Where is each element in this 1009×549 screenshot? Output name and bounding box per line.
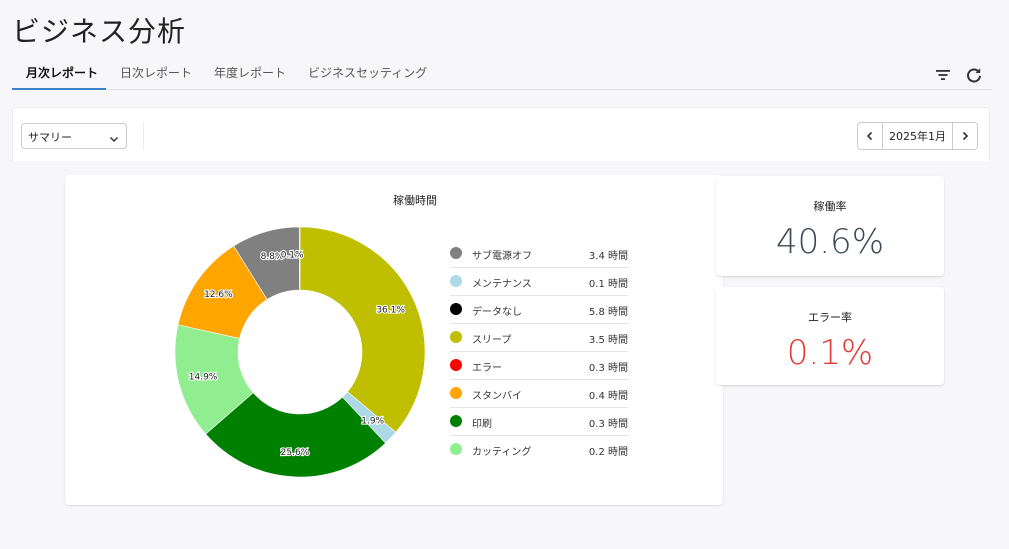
page-title: ビジネス分析 (12, 15, 187, 48)
legend-label: スリープ (472, 335, 512, 346)
donut-slice[interactable] (299, 226, 425, 433)
legend-item[interactable]: スタンバイ 0.4 時間 (450, 380, 628, 408)
slice-label: 14.9% (189, 373, 218, 383)
uptime-rate-card: 稼働率 40.6% (716, 176, 944, 276)
tab-monthly-report[interactable]: 月次レポート (26, 64, 98, 81)
chevron-left-icon (866, 131, 873, 141)
chevron-down-icon (108, 130, 120, 149)
legend-value: 5.8 時間 (588, 307, 628, 318)
current-month-label: 2025年1月 (882, 123, 953, 149)
tab-daily-report[interactable]: 日次レポート (120, 64, 192, 81)
legend-color-dot (450, 303, 462, 315)
legend-value: 0.3 時間 (588, 419, 628, 430)
date-navigator: 2025年1月 (857, 122, 978, 150)
chart-legend: サブ電源オフ 3.4 時間メンテナンス 0.1 時間データなし 5.8 時間スリープ 3… (450, 240, 628, 464)
error-rate-card: エラー率 0.1% (716, 287, 944, 385)
tab-yearly-report[interactable]: 年度レポート (214, 64, 286, 81)
legend-color-dot (450, 247, 462, 259)
legend-item[interactable]: メンテナンス 0.1 時間 (450, 268, 628, 296)
legend-label: エラー (472, 363, 502, 374)
legend-value: 0.3 時間 (588, 363, 628, 374)
legend-item[interactable]: サブ電源オフ 3.4 時間 (450, 240, 628, 268)
legend-item[interactable]: エラー 0.3 時間 (450, 352, 628, 380)
slice-label: 12.6% (204, 290, 233, 300)
legend-item[interactable]: スリープ 3.5 時間 (450, 324, 628, 352)
legend-value: 3.5 時間 (588, 335, 628, 346)
chevron-right-icon (962, 131, 969, 141)
uptime-donut-chart: 36.1%1.9%25.6%14.9%12.6%8.8%0.1% (175, 226, 425, 478)
uptime-rate-title: 稼働率 (813, 200, 847, 213)
legend-label: データなし (472, 307, 522, 318)
legend-value: 0.4 時間 (588, 391, 628, 402)
filter-icon[interactable] (934, 66, 952, 84)
prev-month-button[interactable] (858, 123, 882, 149)
slice-label: 1.9% (361, 417, 384, 427)
legend-color-dot (450, 275, 462, 287)
legend-color-dot (450, 415, 462, 427)
legend-label: カッティング (472, 447, 532, 458)
legend-color-dot (450, 443, 462, 455)
legend-color-dot (450, 387, 462, 399)
uptime-chart-card: 稼働時間 36.1% 1.9% 25.6% 14.9% 12.6% 8.8% 0.1% サブ… (65, 175, 723, 505)
chart-title: 稼働時間 (393, 194, 437, 207)
report-tabs: 月次レポート 日次レポート 年度レポート ビジネスセッティング (12, 58, 992, 90)
legend-item[interactable]: 印刷 0.3 時間 (450, 408, 628, 436)
view-select[interactable]: サマリー (21, 123, 127, 149)
uptime-rate-value: 40.6% (775, 222, 884, 262)
legend-label: メンテナンス (472, 279, 532, 290)
divider (143, 122, 144, 150)
slice-label: 36.1% (376, 306, 405, 316)
slice-label: 25.6% (281, 448, 310, 458)
error-rate-title: エラー率 (808, 311, 852, 324)
legend-item[interactable]: カッティング 0.2 時間 (450, 436, 628, 464)
legend-item[interactable]: データなし 5.8 時間 (450, 296, 628, 324)
legend-label: スタンバイ (472, 391, 522, 402)
next-month-button[interactable] (953, 123, 977, 149)
slice-label: 0.1% (281, 250, 304, 260)
legend-color-dot (450, 359, 462, 371)
legend-value: 0.1 時間 (588, 279, 628, 290)
refresh-icon[interactable] (965, 66, 983, 84)
legend-value: 3.4 時間 (588, 251, 628, 262)
legend-value: 0.2 時間 (588, 447, 628, 458)
filter-bar: サマリー 2025年1月 (12, 107, 990, 161)
active-tab-indicator (12, 88, 106, 90)
legend-label: サブ電源オフ (472, 251, 532, 262)
legend-color-dot (450, 331, 462, 343)
tab-business-setting[interactable]: ビジネスセッティング (308, 64, 427, 81)
legend-label: 印刷 (472, 419, 492, 430)
view-select-value: サマリー (28, 131, 72, 144)
error-rate-value: 0.1% (786, 333, 874, 373)
